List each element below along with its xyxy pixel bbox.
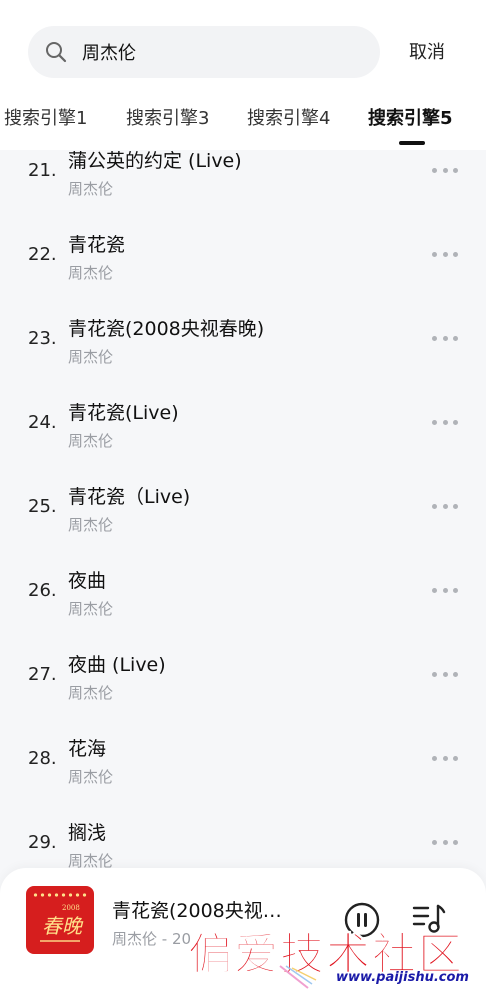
song-row[interactable]: 27. 夜曲 (Live) 周杰伦 — [0, 634, 486, 718]
song-title: 青花瓷(2008央视春晚) — [68, 318, 265, 340]
song-number: 25. — [28, 496, 57, 517]
song-title: 搁浅 — [68, 822, 107, 844]
song-row[interactable]: 26. 夜曲 周杰伦 — [0, 550, 486, 634]
song-artist: 周杰伦 — [68, 180, 114, 198]
song-number: 22. — [28, 244, 57, 265]
song-title: 花海 — [68, 738, 107, 760]
song-title: 夜曲 (Live) — [68, 654, 166, 676]
song-artist: 周杰伦 — [68, 600, 114, 618]
song-number: 27. — [28, 664, 57, 685]
song-number: 23. — [28, 328, 57, 349]
song-artist: 周杰伦 — [68, 516, 114, 534]
song-title: 青花瓷(Live) — [68, 402, 179, 424]
song-title: 青花瓷（Live) — [68, 486, 191, 508]
more-options-icon[interactable] — [432, 832, 458, 852]
song-artist: 周杰伦 — [68, 432, 114, 450]
song-title: 青花瓷 — [68, 234, 126, 256]
song-number: 24. — [28, 412, 57, 433]
song-row[interactable]: 22. 青花瓷 周杰伦 — [0, 214, 486, 298]
more-options-icon[interactable] — [432, 496, 458, 516]
search-input[interactable] — [82, 26, 372, 78]
watermark-url: www.paijishu.com — [336, 970, 469, 985]
song-number: 29. — [28, 832, 57, 853]
more-options-icon[interactable] — [432, 580, 458, 600]
song-title: 夜曲 — [68, 570, 107, 592]
search-icon — [46, 42, 67, 63]
more-options-icon[interactable] — [432, 244, 458, 264]
more-options-icon[interactable] — [432, 412, 458, 432]
song-artist: 周杰伦 — [68, 684, 114, 702]
cover-line — [40, 940, 80, 942]
more-options-icon[interactable] — [432, 664, 458, 684]
more-options-icon[interactable] — [432, 748, 458, 768]
song-row[interactable]: 25. 青花瓷（Live) 周杰伦 — [0, 466, 486, 550]
cancel-button[interactable]: 取消 — [398, 38, 456, 66]
more-options-icon[interactable] — [432, 160, 458, 180]
search-box[interactable] — [28, 26, 380, 78]
more-options-icon[interactable] — [432, 328, 458, 348]
song-artist: 周杰伦 — [68, 264, 114, 282]
song-row[interactable]: 21. 蒲公英的约定 (Live) 周杰伦 — [0, 130, 486, 214]
album-cover[interactable]: 2008 春晚 — [26, 886, 94, 954]
song-row[interactable]: 24. 青花瓷(Live) 周杰伦 — [0, 382, 486, 466]
song-row[interactable]: 28. 花海 周杰伦 — [0, 718, 486, 802]
song-number: 26. — [28, 580, 57, 601]
song-number: 28. — [28, 748, 57, 769]
song-number: 21. — [28, 160, 57, 181]
cover-script: 春晚 — [42, 914, 82, 938]
cover-decoration — [32, 893, 88, 897]
song-row[interactable]: 23. 青花瓷(2008央视春晚) 周杰伦 — [0, 298, 486, 382]
sparkle-icon — [279, 965, 317, 989]
site-watermark: 偏爱技术社区 www.paijishu.com — [188, 918, 480, 992]
song-artist: 周杰伦 — [68, 768, 114, 786]
now-playing-subtitle: 周杰伦 - 20 — [112, 930, 192, 948]
song-artist: 周杰伦 — [68, 348, 114, 366]
song-title: 蒲公英的约定 (Live) — [68, 150, 242, 172]
